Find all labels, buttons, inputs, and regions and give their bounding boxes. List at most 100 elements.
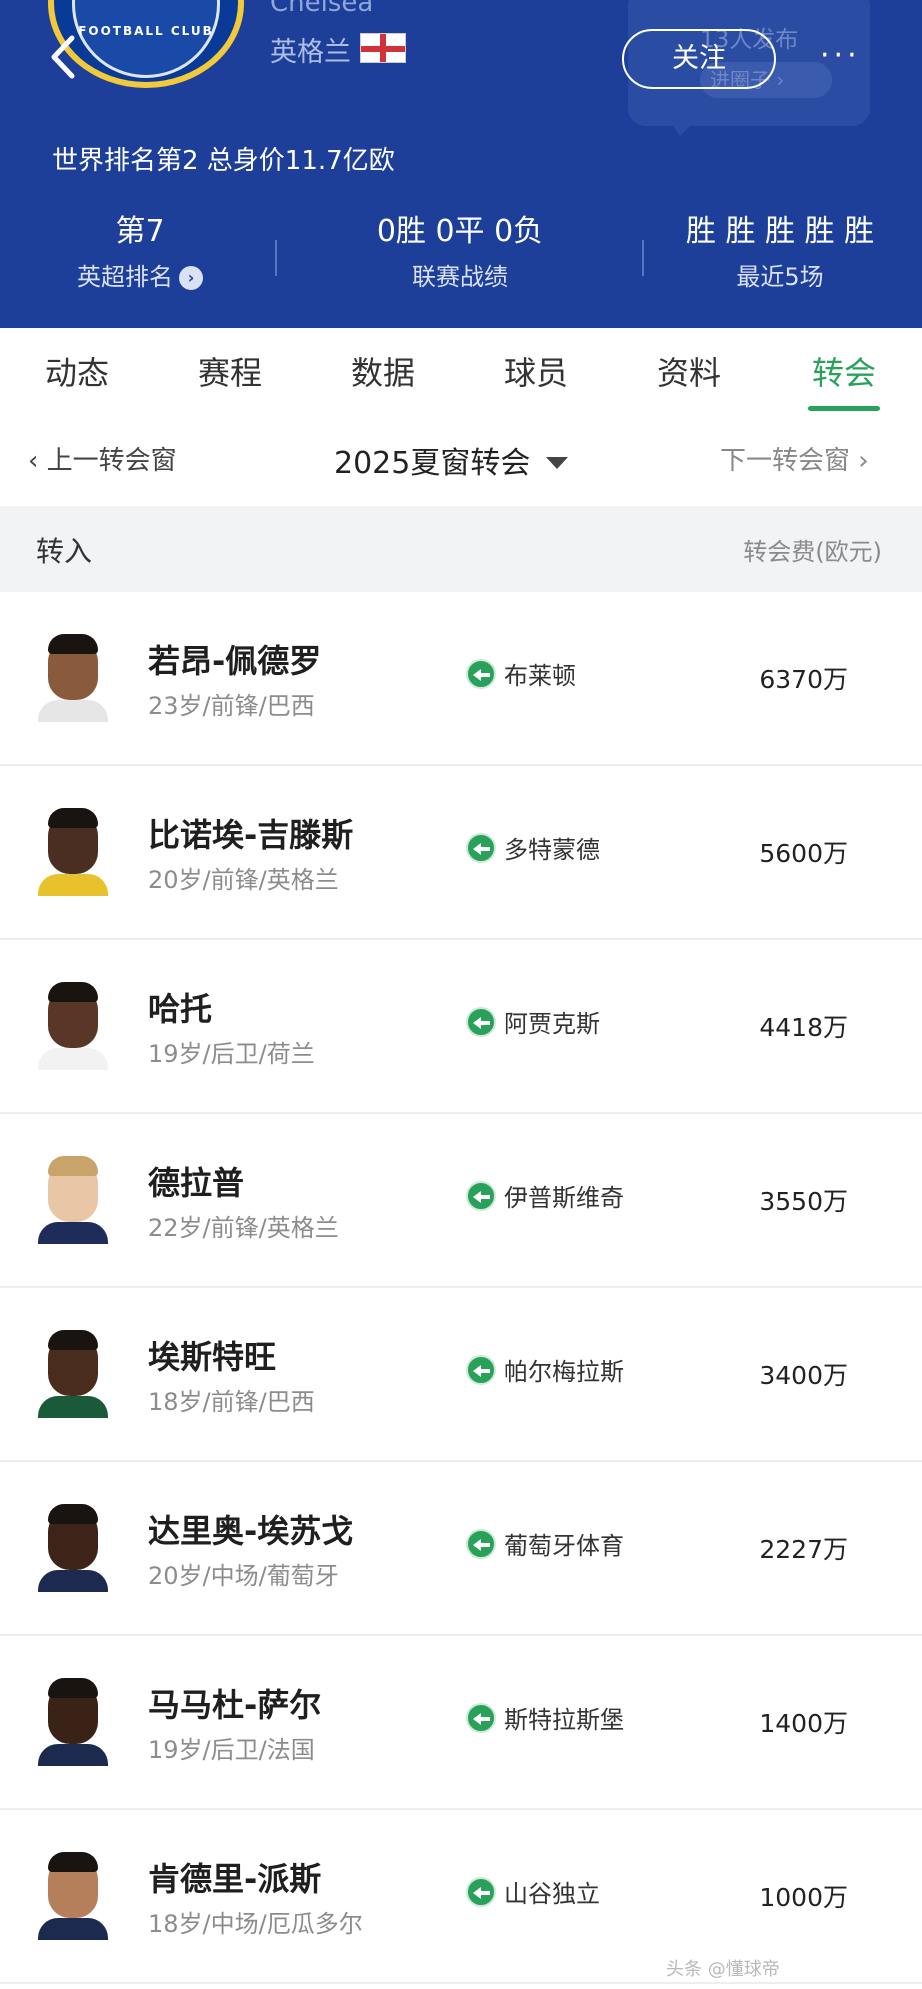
player-name: 埃斯特旺 <box>148 1338 277 1376</box>
fee-column-header: 转会费(欧元) <box>743 538 882 566</box>
active-tab-indicator <box>808 406 880 411</box>
arrow-in-icon <box>466 1703 496 1733</box>
league-rank-label: 英超排名 <box>77 263 173 291</box>
transfer-fee: 6370万 <box>759 665 848 694</box>
player-avatar <box>38 1500 108 1592</box>
from-club-name: 斯特拉斯堡 <box>504 1706 624 1734</box>
from-club-name: 山谷独立 <box>504 1880 600 1908</box>
transfer-row[interactable]: 肯德里-派斯 18岁/中场/厄瓜多尔 山谷独立 1000万 <box>0 1810 922 1984</box>
player-avatar <box>38 630 108 722</box>
tab-bar: 动态 赛程 数据 球员 资料 转会 <box>0 328 922 416</box>
transfers-in-title: 转入 <box>36 535 93 568</box>
transfer-row[interactable]: 达里奥-埃苏戈 20岁/中场/葡萄牙 葡萄牙体育 2227万 <box>0 1462 922 1636</box>
team-header: FOOTBALL CLUB Chelsea 英格兰 13人发布 进圈子 › 关注… <box>0 0 922 328</box>
player-name: 若昂-佩德罗 <box>148 642 322 680</box>
from-club-name: 伊普斯维奇 <box>504 1184 624 1212</box>
transfer-fee: 4418万 <box>759 1013 848 1042</box>
transfer-row[interactable]: 若昂-佩德罗 23岁/前锋/巴西 布莱顿 6370万 <box>0 592 922 766</box>
current-window-label: 2025夏窗转会 <box>334 446 531 481</box>
from-club: 葡萄牙体育 <box>466 1526 624 1561</box>
player-name: 德拉普 <box>148 1164 245 1202</box>
from-club-name: 阿贾克斯 <box>504 1010 600 1038</box>
transfer-fee: 3400万 <box>759 1361 848 1390</box>
arrow-in-icon <box>466 1877 496 1907</box>
player-info: 19岁/后卫/法国 <box>148 1736 315 1764</box>
england-flag-icon <box>360 33 406 63</box>
back-chevron-icon[interactable] <box>44 32 84 82</box>
more-icon[interactable]: ··· <box>820 40 868 72</box>
league-rank-stat[interactable]: 第7 英超排名 › <box>30 210 250 310</box>
arrow-in-icon <box>466 1529 496 1559</box>
player-avatar <box>38 1152 108 1244</box>
player-avatar <box>38 978 108 1070</box>
team-stats: 第7 英超排名 › 0胜 0平 0负 联赛战绩 胜 胜 胜 胜 胜 最近5场 <box>0 210 922 310</box>
player-avatar <box>38 1674 108 1766</box>
player-info: 22岁/前锋/英格兰 <box>148 1214 339 1242</box>
transfer-row[interactable]: 埃斯特旺 18岁/前锋/巴西 帕尔梅拉斯 3400万 <box>0 1288 922 1462</box>
arrow-in-icon <box>466 833 496 863</box>
league-record-label: 联赛战绩 <box>412 263 508 291</box>
from-club-name: 多特蒙德 <box>504 836 600 864</box>
player-avatar <box>38 1326 108 1418</box>
transfer-row[interactable]: 马马杜-萨尔 19岁/后卫/法国 斯特拉斯堡 1400万 <box>0 1636 922 1810</box>
from-club: 山谷独立 <box>466 1874 600 1909</box>
league-record-stat: 0胜 0平 0负 联赛战绩 <box>290 210 630 310</box>
player-info: 18岁/中场/厄瓜多尔 <box>148 1910 363 1938</box>
window-selector[interactable]: 2025夏窗转会 <box>334 438 569 482</box>
team-name-en: Chelsea <box>270 0 374 18</box>
team-country: 英格兰 <box>270 37 351 68</box>
player-avatar <box>38 1848 108 1940</box>
player-name: 达里奥-埃苏戈 <box>148 1512 354 1550</box>
transfer-window-nav: ‹ 上一转会窗 2025夏窗转会 下一转会窗 › <box>0 416 922 506</box>
from-club: 布莱顿 <box>466 656 576 691</box>
from-club-name: 帕尔梅拉斯 <box>504 1358 624 1386</box>
player-info: 20岁/中场/葡萄牙 <box>148 1562 339 1590</box>
arrow-in-icon <box>466 1007 496 1037</box>
from-club: 阿贾克斯 <box>466 1004 600 1039</box>
recent-form-value: 胜 胜 胜 胜 胜 <box>685 214 875 249</box>
from-club: 多特蒙德 <box>466 830 600 865</box>
transfer-fee: 1400万 <box>759 1709 848 1738</box>
chevron-right-icon: › <box>179 266 203 290</box>
tab-news[interactable]: 动态 <box>17 348 137 394</box>
player-name: 哈托 <box>148 990 213 1028</box>
from-club: 伊普斯维奇 <box>466 1178 624 1213</box>
player-info: 20岁/前锋/英格兰 <box>148 866 339 894</box>
arrow-in-icon <box>466 1181 496 1211</box>
player-name: 肯德里-派斯 <box>148 1860 322 1898</box>
recent-form-stat: 胜 胜 胜 胜 胜 最近5场 <box>660 210 900 310</box>
league-rank-value: 第7 <box>115 214 165 249</box>
player-info: 19岁/后卫/荷兰 <box>148 1040 315 1068</box>
prev-window-link[interactable]: ‹ 上一转会窗 <box>28 440 177 477</box>
transfer-fee: 2227万 <box>759 1535 848 1564</box>
player-info: 23岁/前锋/巴西 <box>148 692 315 720</box>
league-record-value: 0胜 0平 0负 <box>376 214 544 249</box>
caret-down-icon <box>546 457 569 469</box>
transfer-fee: 1000万 <box>759 1883 848 1912</box>
tab-transfers[interactable]: 转会 <box>784 348 904 394</box>
tab-players[interactable]: 球员 <box>476 348 596 394</box>
player-avatar <box>38 804 108 896</box>
transfer-row[interactable]: 比诺埃-吉滕斯 20岁/前锋/英格兰 多特蒙德 5600万 <box>0 766 922 940</box>
transfer-row[interactable]: 德拉普 22岁/前锋/英格兰 伊普斯维奇 3550万 <box>0 1114 922 1288</box>
recent-form-label: 最近5场 <box>736 263 824 291</box>
transfer-fee: 3550万 <box>759 1187 848 1216</box>
arrow-in-icon <box>466 1355 496 1385</box>
tab-info[interactable]: 资料 <box>629 348 749 394</box>
transfer-fee: 5600万 <box>759 839 848 868</box>
next-window-link[interactable]: 下一转会窗 › <box>720 440 869 477</box>
world-rank-value: 世界排名第2 总身价11.7亿欧 <box>52 146 395 176</box>
player-info: 18岁/前锋/巴西 <box>148 1388 315 1416</box>
from-club-name: 布莱顿 <box>504 662 576 690</box>
tab-stats[interactable]: 数据 <box>323 348 443 394</box>
tab-schedule[interactable]: 赛程 <box>170 348 290 394</box>
follow-button[interactable]: 关注 <box>622 29 776 89</box>
from-club: 帕尔梅拉斯 <box>466 1352 624 1387</box>
from-club: 斯特拉斯堡 <box>466 1700 624 1735</box>
divider <box>642 240 644 276</box>
from-club-name: 葡萄牙体育 <box>504 1532 624 1560</box>
transfer-row[interactable]: 哈托 19岁/后卫/荷兰 阿贾克斯 4418万 <box>0 940 922 1114</box>
divider <box>275 240 277 276</box>
arrow-in-icon <box>466 659 496 689</box>
player-name: 比诺埃-吉滕斯 <box>148 816 354 854</box>
